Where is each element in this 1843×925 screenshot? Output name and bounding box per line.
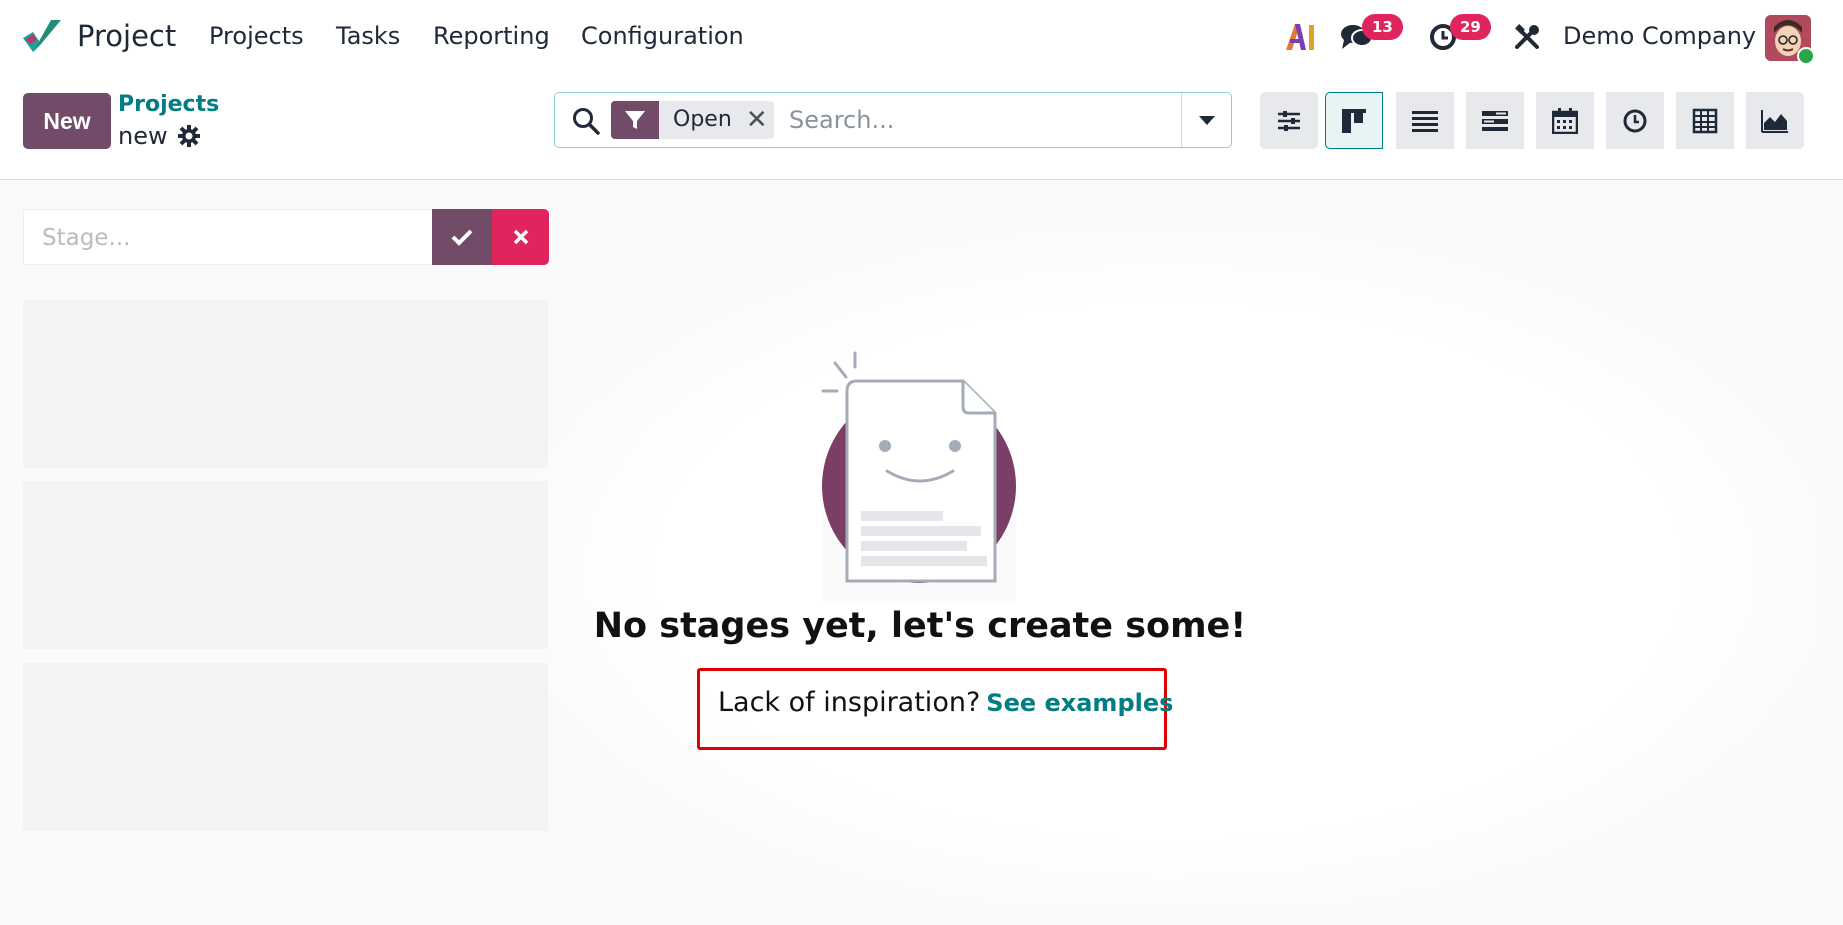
discuss-chat-icon[interactable]: 13 bbox=[1340, 14, 1403, 56]
empty-state-title: No stages yet, let's create some! bbox=[593, 606, 1247, 646]
filter-icon bbox=[611, 101, 659, 139]
confirm-stage-button[interactable] bbox=[432, 209, 492, 265]
close-icon bbox=[513, 229, 528, 245]
ghost-column-placeholder bbox=[23, 300, 548, 468]
calendar-icon bbox=[1552, 107, 1578, 134]
list-icon bbox=[1412, 110, 1438, 132]
menu-tasks[interactable]: Tasks bbox=[336, 22, 400, 50]
control-panel: New Projects new Open ✕ bbox=[0, 74, 1843, 180]
pivot-table-icon bbox=[1692, 108, 1718, 133]
gantt-icon bbox=[1482, 110, 1508, 131]
search-options-toggle[interactable] bbox=[1181, 93, 1231, 147]
ai-icon[interactable] bbox=[1284, 18, 1316, 56]
list-view-button[interactable] bbox=[1396, 92, 1454, 149]
stage-name-input[interactable] bbox=[42, 220, 422, 256]
menu-projects[interactable]: Projects bbox=[209, 22, 304, 50]
kanban-view-button[interactable] bbox=[1325, 92, 1383, 149]
kanban-area: No stages yet, let's create some! Lack o… bbox=[0, 181, 1843, 925]
kanban-icon bbox=[1342, 108, 1366, 133]
tools-icon[interactable] bbox=[1512, 18, 1542, 56]
facet-label: Open bbox=[673, 107, 732, 132]
activity-count-badge: 29 bbox=[1450, 14, 1491, 40]
user-avatar[interactable] bbox=[1765, 15, 1815, 65]
pivot-view-button[interactable] bbox=[1676, 92, 1734, 149]
calendar-view-button[interactable] bbox=[1536, 92, 1594, 149]
ghost-column-placeholder bbox=[23, 481, 548, 649]
search-bar: Open ✕ bbox=[554, 92, 1232, 148]
gantt-view-button[interactable] bbox=[1466, 92, 1524, 149]
new-button[interactable]: New bbox=[23, 93, 111, 149]
project-app-logo[interactable] bbox=[21, 18, 63, 56]
see-examples-link[interactable]: See examples bbox=[986, 689, 1173, 717]
breadcrumb-projects-link[interactable]: Projects bbox=[118, 92, 219, 117]
graph-view-button[interactable] bbox=[1746, 92, 1804, 149]
search-panel-toggle-button[interactable] bbox=[1260, 92, 1318, 149]
filter-facet: Open ✕ bbox=[611, 101, 774, 139]
check-icon bbox=[451, 229, 473, 246]
sliders-icon bbox=[1278, 110, 1300, 131]
menu-configuration[interactable]: Configuration bbox=[581, 22, 744, 50]
clock-icon bbox=[1623, 109, 1647, 132]
search-input[interactable] bbox=[789, 101, 1169, 139]
search-icon[interactable] bbox=[571, 106, 601, 136]
menu-reporting[interactable]: Reporting bbox=[433, 22, 550, 50]
breadcrumb-current: new bbox=[118, 122, 168, 150]
quick-create-stage bbox=[23, 209, 433, 265]
app-name[interactable]: Project bbox=[77, 19, 176, 53]
smiling-document-illustration bbox=[821, 351, 1016, 601]
activity-clock-icon[interactable]: 29 bbox=[1428, 14, 1491, 56]
gear-icon[interactable] bbox=[178, 125, 200, 147]
area-chart-icon bbox=[1761, 109, 1788, 133]
company-switcher[interactable]: Demo Company bbox=[1563, 22, 1756, 50]
ghost-column-placeholder bbox=[23, 663, 548, 831]
facet-remove-icon[interactable]: ✕ bbox=[740, 101, 774, 139]
inspiration-hint-text: Lack of inspiration? bbox=[718, 687, 981, 718]
top-navbar: Project Projects Tasks Reporting Configu… bbox=[0, 0, 1843, 74]
caret-down-icon bbox=[1198, 115, 1215, 125]
activity-view-button[interactable] bbox=[1606, 92, 1664, 149]
online-status-dot bbox=[1797, 47, 1815, 65]
discuss-count-badge: 13 bbox=[1362, 14, 1403, 40]
inspiration-hint: Lack of inspiration? See examples bbox=[718, 687, 1173, 718]
empty-helper-backdrop bbox=[520, 231, 1820, 911]
cancel-stage-button[interactable] bbox=[492, 209, 549, 265]
inspiration-highlight-box: Lack of inspiration? See examples bbox=[697, 668, 1173, 750]
